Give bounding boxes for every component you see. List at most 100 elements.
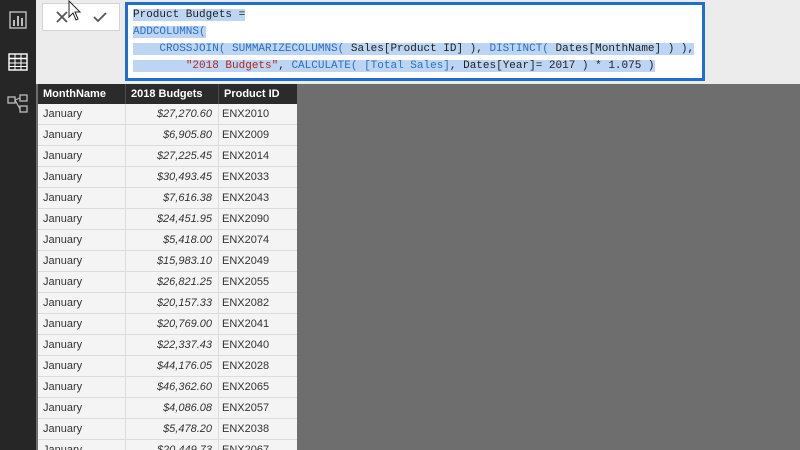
cell-monthname: January — [38, 104, 126, 124]
relationships-view-icon[interactable] — [6, 92, 30, 116]
cell-monthname: January — [38, 125, 126, 145]
cell-product-id: ENX2057 — [222, 402, 270, 414]
cell-product-id: ENX2055 — [222, 276, 270, 288]
column-header-monthname[interactable]: MonthName — [38, 84, 126, 104]
cell-product-id: ENX2067 — [222, 444, 270, 450]
cell-product-id: ENX2041 — [222, 318, 270, 330]
cell-monthname: January — [38, 209, 126, 229]
cell-product-id: ENX2009 — [222, 129, 270, 141]
table-row[interactable]: January $30,493.45 ENX2033 — [38, 167, 297, 188]
cell-product-id: ENX2049 — [222, 255, 270, 267]
cell-product-id: ENX2082 — [222, 297, 270, 309]
formula-token: CROSSJOIN( — [159, 43, 226, 55]
selected-formula-text: Product Budgets = — [133, 9, 246, 21]
formula-token: "2018 Budgets" — [185, 60, 279, 72]
cell-product-id: ENX2014 — [222, 150, 270, 162]
formula-token — [133, 43, 159, 55]
table-row[interactable]: January $7,616.38 ENX2043 — [38, 188, 297, 209]
selected-formula-text: CROSSJOIN( SUMMARIZECOLUMNS( Sales[Produ… — [133, 43, 695, 55]
table-row[interactable]: January $5,418.00 ENX2074 — [38, 230, 297, 251]
cell-2018-budgets: $20,449.73 — [126, 440, 219, 450]
formula-line-4: "2018 Budgets", CALCULATE( [Total Sales]… — [133, 59, 655, 74]
cell-monthname: January — [38, 377, 126, 397]
selected-formula-text: "2018 Budgets", CALCULATE( [Total Sales]… — [133, 60, 655, 72]
formula-token: DISTINCT( — [489, 43, 549, 55]
cell-monthname: January — [38, 440, 126, 450]
formula-token: Dates[MonthName] ) ), — [548, 43, 695, 55]
table-row[interactable]: January $20,449.73 ENX2067 — [38, 440, 297, 450]
column-header-product-id[interactable]: Product ID — [219, 84, 297, 104]
table-row[interactable]: January $6,905.80 ENX2009 — [38, 125, 297, 146]
formula-token: , Dates[Year]= 2017 ) * 1.075 ) — [449, 60, 655, 72]
cell-monthname: January — [38, 419, 126, 439]
cell-product-id: ENX2028 — [222, 360, 270, 372]
table-row[interactable]: January $22,337.43 ENX2040 — [38, 335, 297, 356]
formula-token: Product Budgets = — [133, 9, 246, 21]
cell-2018-budgets: $26,821.25 — [126, 272, 219, 292]
cell-monthname: January — [38, 314, 126, 334]
cell-2018-budgets: $27,225.45 — [126, 146, 219, 166]
table-row[interactable]: January $24,451.95 ENX2090 — [38, 209, 297, 230]
commit-formula-button[interactable] — [81, 4, 119, 30]
cell-2018-budgets: $30,493.45 — [126, 167, 219, 187]
cell-2018-budgets: $24,451.95 — [126, 209, 219, 229]
cell-monthname: January — [38, 230, 126, 250]
table-row[interactable]: January $15,983.10 ENX2049 — [38, 251, 297, 272]
cell-2018-budgets: $5,418.00 — [126, 230, 219, 250]
formula-line-2: ADDCOLUMNS( — [133, 25, 206, 40]
table-header: MonthName 2018 Budgets Product ID — [38, 84, 297, 104]
cell-2018-budgets: $4,086.08 — [126, 398, 219, 418]
formula-token — [133, 60, 186, 72]
cell-monthname: January — [38, 272, 126, 292]
cell-product-id: ENX2074 — [222, 234, 270, 246]
cell-monthname: January — [38, 335, 126, 355]
cell-2018-budgets: $15,983.10 — [126, 251, 219, 271]
cell-product-id: ENX2038 — [222, 423, 270, 435]
view-switcher-rail — [0, 0, 36, 450]
column-header-2018-budgets[interactable]: 2018 Budgets — [126, 84, 219, 104]
cell-product-id: ENX2010 — [222, 108, 270, 120]
table-row[interactable]: January $44,176.05 ENX2028 — [38, 356, 297, 377]
formula-token: CALCULATE( — [291, 60, 358, 72]
cell-2018-budgets: $46,362.60 — [126, 377, 219, 397]
selected-formula-text: ADDCOLUMNS( — [133, 26, 206, 38]
cell-2018-budgets: $27,270.60 — [126, 104, 219, 124]
cell-monthname: January — [38, 356, 126, 376]
table-row[interactable]: January $46,362.60 ENX2065 — [38, 377, 297, 398]
report-view-icon[interactable] — [6, 8, 30, 32]
cell-2018-budgets: $7,616.38 — [126, 188, 219, 208]
table-row[interactable]: January $27,225.45 ENX2014 — [38, 146, 297, 167]
cell-2018-budgets: $20,157.33 — [126, 293, 219, 313]
formula-token: Sales[Product ID] ), — [344, 43, 490, 55]
table-row[interactable]: January $26,821.25 ENX2055 — [38, 272, 297, 293]
table-row[interactable]: January $4,086.08 ENX2057 — [38, 398, 297, 419]
cell-product-id: ENX2090 — [222, 213, 270, 225]
data-table: MonthName 2018 Budgets Product ID Januar… — [38, 84, 297, 450]
cell-product-id: ENX2033 — [222, 171, 270, 183]
table-row[interactable]: January $5,478.20 ENX2038 — [38, 419, 297, 440]
formula-token: ADDCOLUMNS( — [133, 26, 206, 38]
cell-monthname: January — [38, 251, 126, 271]
mouse-pointer-icon — [68, 0, 82, 21]
cell-monthname: January — [38, 293, 126, 313]
cell-product-id: ENX2040 — [222, 339, 270, 351]
cell-product-id: ENX2043 — [222, 192, 270, 204]
cell-monthname: January — [38, 188, 126, 208]
table-row[interactable]: January $27,270.60 ENX2010 — [38, 104, 297, 125]
table-row[interactable]: January $20,157.33 ENX2082 — [38, 293, 297, 314]
cell-2018-budgets: $5,478.20 — [126, 419, 219, 439]
formula-editor[interactable]: Product Budgets = ADDCOLUMNS( CROSSJOIN(… — [125, 2, 705, 81]
formula-token: , — [278, 60, 292, 72]
cell-monthname: January — [38, 398, 126, 418]
cell-2018-budgets: $44,176.05 — [126, 356, 219, 376]
table-body: January $27,270.60 ENX2010 January $6,905.80… — [38, 104, 297, 450]
data-view-icon[interactable] — [6, 50, 30, 74]
formula-token: SUMMARIZECOLUMNS( — [232, 43, 345, 55]
table-row[interactable]: January $20,769.00 ENX2041 — [38, 314, 297, 335]
cell-monthname: January — [38, 167, 126, 187]
formula-token: [Total Sales] — [364, 60, 450, 72]
cell-2018-budgets: $6,905.80 — [126, 125, 219, 145]
cell-2018-budgets: $22,337.43 — [126, 335, 219, 355]
close-icon — [56, 11, 68, 23]
cell-2018-budgets: $20,769.00 — [126, 314, 219, 334]
